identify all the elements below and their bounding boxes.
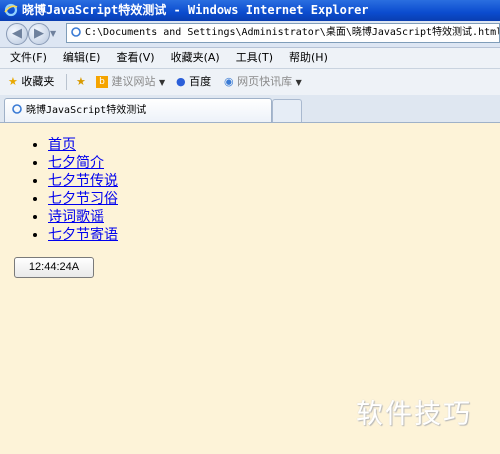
window-title-bar: 晓博JavaScript特效测试 - Windows Internet Expl… <box>0 0 500 21</box>
address-input[interactable]: C:\Documents and Settings\Administrator\… <box>66 23 500 43</box>
nav-link-customs[interactable]: 七夕节习俗 <box>48 191 118 207</box>
star-icon: ★ <box>8 75 18 88</box>
menu-bar: 文件(F) 编辑(E) 查看(V) 收藏夹(A) 工具(T) 帮助(H) <box>0 48 500 69</box>
new-tab-button[interactable] <box>272 99 302 122</box>
dropdown-icon: ▼ <box>159 78 166 87</box>
page-icon <box>12 104 22 114</box>
back-arrow-icon: ◀ <box>12 26 22 41</box>
nav-link-home[interactable]: 首页 <box>48 137 76 153</box>
page-icon <box>71 27 81 37</box>
favorites-label: 收藏夹 <box>21 75 55 88</box>
nav-link-wishes[interactable]: 七夕节寄语 <box>48 227 118 243</box>
suggested-sites-button[interactable]: b 建议网站 ▼ <box>96 69 165 96</box>
separator <box>66 74 67 90</box>
ie-logo-icon <box>4 3 18 17</box>
menu-file[interactable]: 文件(F) <box>0 48 53 68</box>
forward-button[interactable]: ▶ <box>28 23 50 45</box>
list-item: 七夕简介 <box>48 154 118 172</box>
window-title: 晓博JavaScript特效测试 - Windows Internet Expl… <box>22 3 369 17</box>
address-url: C:\Documents and Settings\Administrator\… <box>85 27 500 38</box>
nav-link-poems[interactable]: 诗词歌谣 <box>48 209 104 225</box>
address-row: ◀ ▶ ▼ C:\Documents and Settings\Administ… <box>0 21 500 48</box>
dropdown-icon: ▼ <box>295 78 302 87</box>
nav-link-intro[interactable]: 七夕简介 <box>48 155 104 171</box>
suggested-sites-icon: b <box>96 76 108 88</box>
menu-view[interactable]: 查看(V) <box>106 48 160 68</box>
back-button[interactable]: ◀ <box>6 23 28 45</box>
suggested-sites-label: 建议网站 <box>111 75 156 88</box>
nav-link-legend[interactable]: 七夕节传说 <box>48 173 118 189</box>
list-item: 首页 <box>48 136 118 154</box>
add-favorite-icon[interactable]: ★ <box>76 69 86 95</box>
favorites-bar: ★ 收藏夹 ★ b 建议网站 ▼ ● 百度 ◉ 网页快讯库 ▼ <box>0 69 500 95</box>
clock-button[interactable]: 12:44:24A <box>14 257 94 278</box>
baidu-label: 百度 <box>189 75 212 88</box>
history-dropdown-icon[interactable]: ▼ <box>50 29 56 38</box>
menu-tools[interactable]: 工具(T) <box>226 48 279 68</box>
web-slice-icon: ◉ <box>224 75 234 88</box>
menu-edit[interactable]: 编辑(E) <box>53 48 107 68</box>
web-slice-button[interactable]: ◉ 网页快讯库 ▼ <box>224 69 302 96</box>
tab-active[interactable]: 晓博JavaScript特效测试 <box>4 98 272 122</box>
forward-arrow-icon: ▶ <box>34 26 44 41</box>
baidu-paw-icon: ● <box>176 75 186 88</box>
web-slice-label: 网页快讯库 <box>237 75 293 88</box>
list-item: 诗词歌谣 <box>48 208 118 226</box>
favorites-button[interactable]: ★ 收藏夹 <box>8 69 54 95</box>
list-item: 七夕节传说 <box>48 172 118 190</box>
tab-title: 晓博JavaScript特效测试 <box>26 105 147 116</box>
watermark: 软件技巧 <box>356 399 472 430</box>
list-item: 七夕节寄语 <box>48 226 118 244</box>
baidu-button[interactable]: ● 百度 <box>176 69 211 95</box>
menu-favorites[interactable]: 收藏夹(A) <box>161 48 226 68</box>
nav-list: 首页 七夕简介 七夕节传说 七夕节习俗 诗词歌谣 七夕节寄语 <box>20 136 118 244</box>
list-item: 七夕节习俗 <box>48 190 118 208</box>
menu-help[interactable]: 帮助(H) <box>279 48 334 68</box>
tab-row: 晓博JavaScript特效测试 <box>0 95 500 123</box>
